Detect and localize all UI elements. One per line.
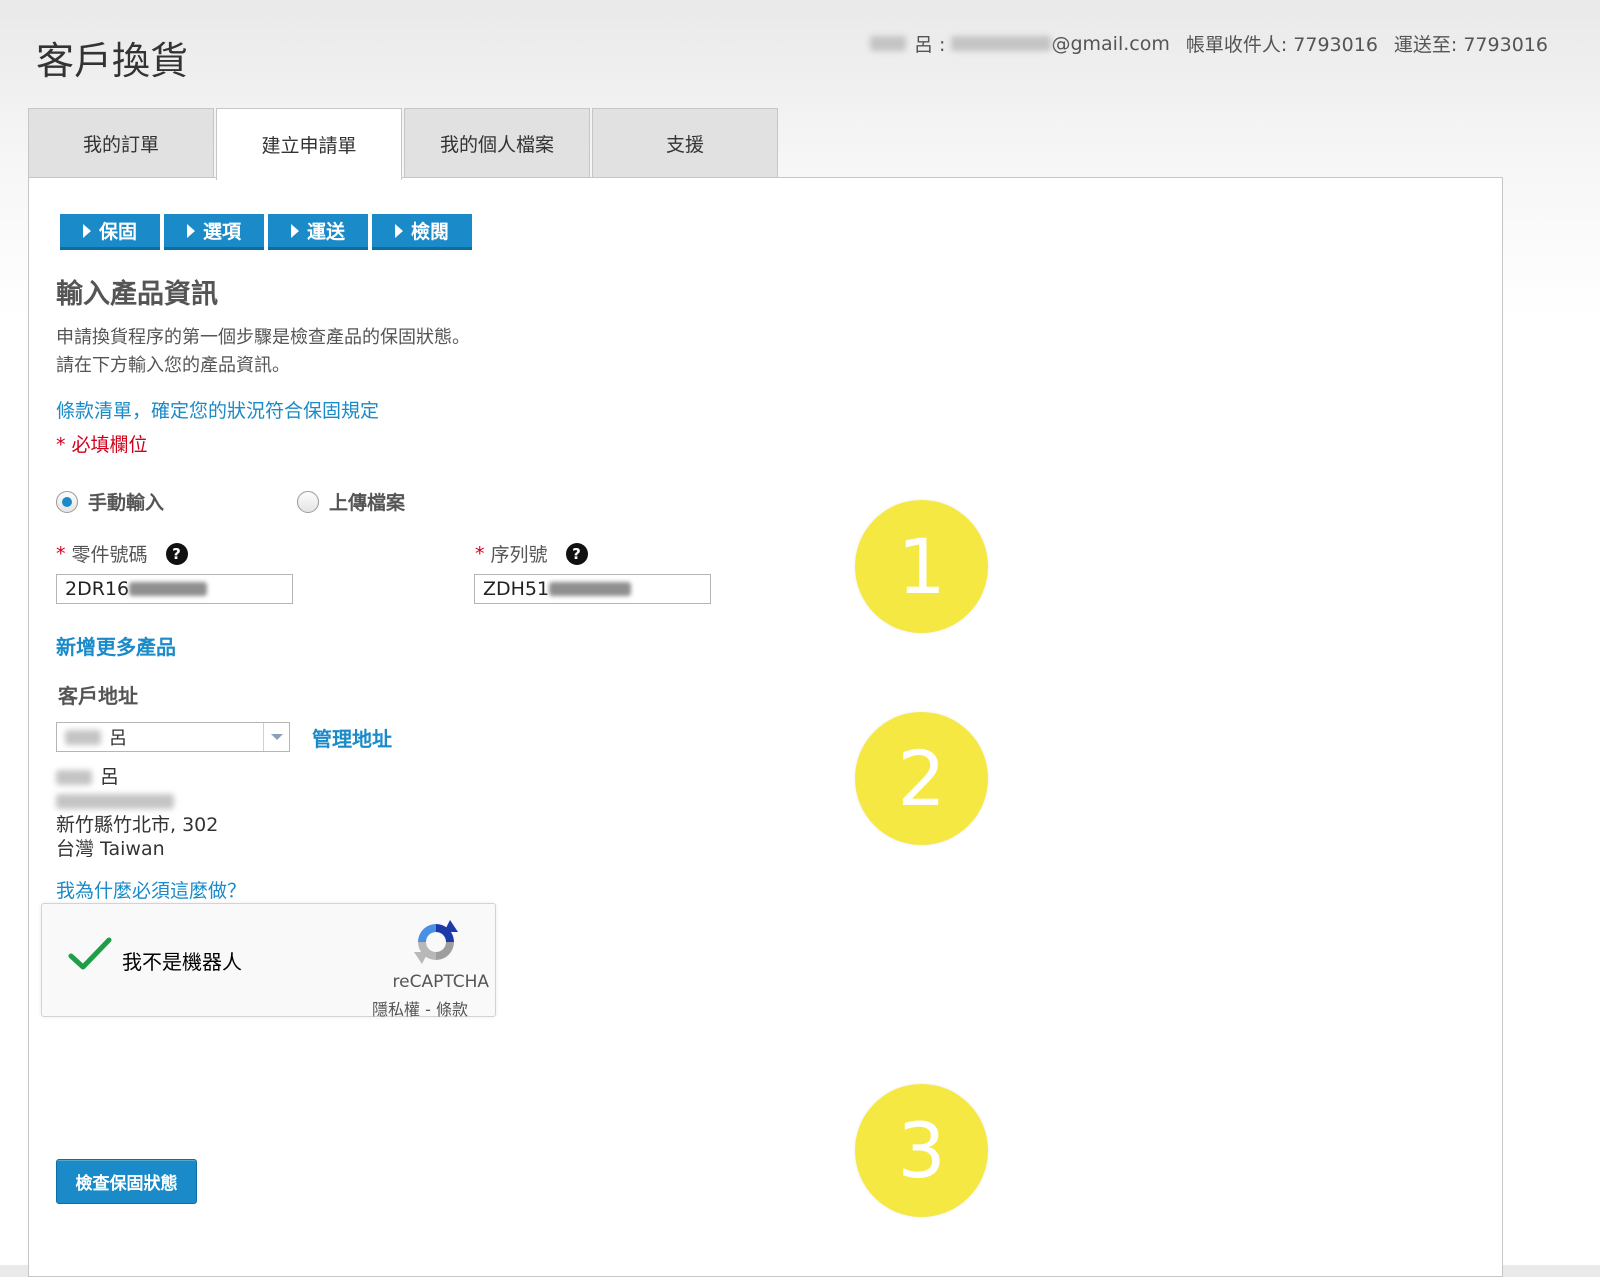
part-number-label: * 零件號碼 ? [56, 540, 188, 567]
part-number-label-text: 零件號碼 [71, 544, 148, 566]
customer-address-title: 客戶地址 [58, 684, 138, 708]
annotation-marker-3: 3 [855, 1084, 988, 1217]
required-marker: * [56, 542, 66, 565]
address-city-line: 新竹縣竹北市, 302 [56, 814, 219, 836]
part-number-input[interactable]: 2DR16 [56, 574, 293, 604]
redacted-name [870, 36, 906, 51]
recaptcha-label: 我不是機器人 [122, 950, 242, 974]
upload-file-radio[interactable] [297, 490, 319, 513]
redacted-email [951, 36, 1052, 51]
triangle-right-icon [394, 223, 403, 238]
redacted-serial-number [549, 582, 632, 596]
upload-file-label: 上傳檔案 [329, 492, 406, 514]
annotation-marker-1: 1 [855, 500, 988, 633]
triangle-right-icon [82, 223, 91, 238]
step-label: 檢閱 [410, 221, 449, 243]
billing-info: 帳單收件人: 7793016 [1185, 34, 1378, 56]
redacted-part-number [129, 582, 208, 596]
section-title: 輸入產品資訊 [56, 279, 218, 310]
required-fields-note: * 必填欄位 [56, 434, 148, 456]
redacted-name [56, 769, 92, 785]
page-title: 客戶換貨 [36, 39, 189, 83]
annotation-marker-2: 2 [855, 712, 988, 845]
main-tabs: 我的訂單 建立申請單 我的個人檔案 支援 [28, 108, 780, 180]
tab-support[interactable]: 支援 [592, 108, 778, 178]
address-select-value: 呂 [57, 724, 263, 750]
step-options[interactable]: 選項 [164, 214, 264, 250]
serial-number-input[interactable]: ZDH51 [474, 574, 711, 604]
account-email: @gmail.com [1051, 32, 1170, 55]
step-shipping[interactable]: 運送 [268, 214, 368, 250]
manual-entry-radio[interactable] [56, 490, 78, 513]
tab-my-orders[interactable]: 我的訂單 [28, 108, 214, 178]
check-warranty-button[interactable]: 檢查保固狀態 [56, 1159, 197, 1204]
redacted-name [65, 729, 101, 745]
tab-create-request[interactable]: 建立申請單 [216, 108, 402, 180]
address-country-line: 台灣 Taiwan [56, 838, 165, 860]
intro-text: 申請換貨程序的第一個步驟是檢查產品的保固狀態。 請在下方輸入您的產品資訊。 [56, 324, 470, 380]
step-review[interactable]: 檢閱 [372, 214, 472, 250]
recaptcha-privacy-terms-link[interactable]: 隱私權 - 條款 [372, 996, 468, 1020]
shipping-info: 運送至: 7793016 [1393, 34, 1548, 56]
question-circle-icon[interactable]: ? [565, 542, 588, 565]
question-circle-icon[interactable]: ? [165, 542, 188, 565]
step-warranty[interactable]: 保固 [60, 214, 160, 250]
serial-number-label: * 序列號 ? [475, 540, 588, 567]
intro-line-2: 請在下方輸入您的產品資訊。 [56, 355, 290, 376]
warranty-terms-link[interactable]: 條款清單，確定您的狀況符合保固規定 [56, 396, 379, 423]
intro-line-1: 申請換貨程序的第一個步驟是檢查產品的保固狀態。 [56, 327, 470, 348]
step-label: 選項 [202, 221, 241, 243]
recaptcha-widget: 我不是機器人 reCAPTCHA 隱私權 - 條款 [41, 903, 496, 1020]
address-select[interactable]: 呂 [56, 722, 290, 752]
address-name-line: 呂 [56, 765, 218, 789]
required-marker: * [475, 542, 485, 565]
triangle-right-icon [290, 223, 299, 238]
redacted-street [56, 793, 174, 809]
step-progress: 保固 選項 運送 檢閱 [60, 214, 476, 250]
recaptcha-brand: reCAPTCHA [392, 972, 490, 992]
serial-number-label-text: 序列號 [490, 544, 548, 566]
step-label: 運送 [306, 221, 345, 243]
step-label: 保固 [98, 221, 137, 243]
account-name: 呂 : [914, 34, 946, 56]
address-select-text: 呂 [109, 728, 127, 749]
why-required-link[interactable]: 我為什麼必須這麼做？ [56, 876, 246, 903]
address-block: 呂 新竹縣竹北市, 302 台灣 Taiwan [56, 765, 218, 861]
manual-entry-option[interactable]: 手動輸入 [56, 488, 164, 515]
checkmark-icon[interactable] [68, 936, 112, 976]
serial-number-value: ZDH51 [483, 578, 550, 600]
address-name: 呂 [100, 766, 120, 788]
address-street-line [56, 789, 218, 813]
recaptcha-logo-icon [412, 918, 460, 970]
upload-file-option[interactable]: 上傳檔案 [297, 488, 405, 515]
add-more-products-link[interactable]: 新增更多產品 [56, 631, 176, 660]
tab-my-profile[interactable]: 我的個人檔案 [404, 108, 590, 178]
chevron-down-icon[interactable] [263, 723, 289, 751]
part-number-value: 2DR16 [65, 578, 130, 600]
account-info: 呂 : @gmail.com 帳單收件人: 7793016 運送至: 77930… [870, 30, 1548, 57]
triangle-right-icon [186, 223, 195, 238]
manage-address-link[interactable]: 管理地址 [312, 723, 392, 752]
manual-entry-label: 手動輸入 [88, 492, 165, 514]
